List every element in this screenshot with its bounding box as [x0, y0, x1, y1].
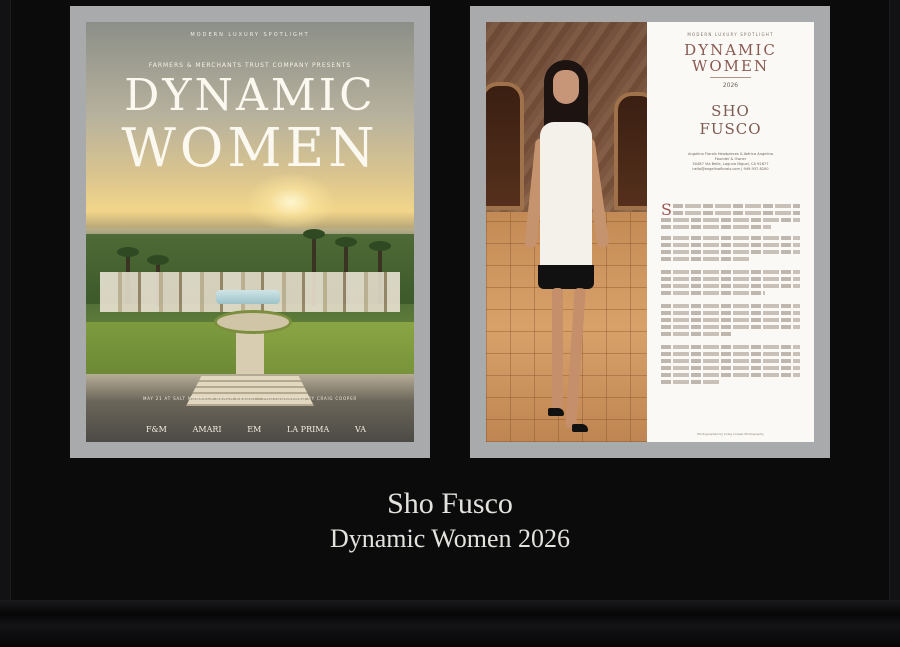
spread-eyebrow: MODERN LUXURY SPOTLIGHT — [687, 32, 774, 37]
cover-credits: MAY 21 AT SALT MONARCH BEACH RESORT · PH… — [142, 396, 358, 401]
spread-mat: MODERN LUXURY SPOTLIGHT DYNAMIC WOMEN 20… — [470, 6, 830, 458]
leg — [565, 287, 586, 429]
archway — [614, 92, 647, 210]
fountain-circle — [214, 310, 292, 334]
cover-presents: FARMERS & MERCHANTS TRUST COMPANY PRESEN… — [148, 62, 352, 69]
sun-glow — [246, 172, 336, 232]
shoe — [572, 424, 588, 432]
cover-title-women: WOMEN — [121, 118, 379, 179]
sponsor-logo: AMARI — [192, 424, 222, 434]
stairs — [186, 376, 314, 406]
woman-figure — [514, 60, 614, 440]
sponsor-logos: F&M AMARI EM LA PRIMA VA — [146, 422, 366, 436]
spread-title-dynamic: DYNAMIC — [684, 41, 777, 59]
cover-mat: MODERN LUXURY SPOTLIGHT FARMERS & MERCHA… — [70, 6, 430, 458]
display-frame: MODERN LUXURY SPOTLIGHT FARMERS & MERCHA… — [0, 0, 900, 647]
frame-base — [0, 600, 900, 647]
sponsor-logo: EM — [247, 424, 262, 434]
spread-year: 2026 — [722, 82, 739, 89]
honoree-last-name: FUSCO — [699, 120, 762, 138]
magazine-cover: MODERN LUXURY SPOTLIGHT FARMERS & MERCHA… — [86, 22, 414, 442]
sponsor-logo: LA PRIMA — [287, 424, 330, 434]
contact-line: hello@angelinaflorals.com | 949.937.8200 — [692, 167, 769, 171]
caption-name: Sho Fusco — [387, 487, 513, 520]
title-rule — [710, 77, 751, 78]
caption-title: Dynamic Women 2026 — [329, 524, 571, 553]
shoe — [548, 408, 564, 416]
black-hem — [538, 265, 594, 289]
white-dress — [540, 122, 592, 272]
drop-cap: S — [661, 200, 672, 219]
sponsor-logo: VA — [354, 424, 366, 434]
honoree-first-name: SHO — [711, 102, 750, 120]
leg — [552, 288, 563, 412]
spread-title-women: WOMEN — [691, 57, 770, 75]
portrait-photo — [486, 22, 647, 442]
pool — [216, 290, 280, 304]
magazine-spread: MODERN LUXURY SPOTLIGHT DYNAMIC WOMEN 20… — [486, 22, 814, 442]
sponsor-logo: F&M — [146, 424, 167, 434]
face — [553, 70, 579, 104]
spread-text-column: MODERN LUXURY SPOTLIGHT DYNAMIC WOMEN 20… — [647, 22, 814, 442]
cover-title-dynamic: DYNAMIC — [124, 70, 376, 121]
contact-block: Angelina Florals Headpieces & Ibérica An… — [665, 152, 796, 172]
photo-credit: Photographed by Craig Cooper Photography — [697, 432, 764, 436]
cover-eyebrow: MODERN LUXURY SPOTLIGHT — [190, 32, 310, 38]
